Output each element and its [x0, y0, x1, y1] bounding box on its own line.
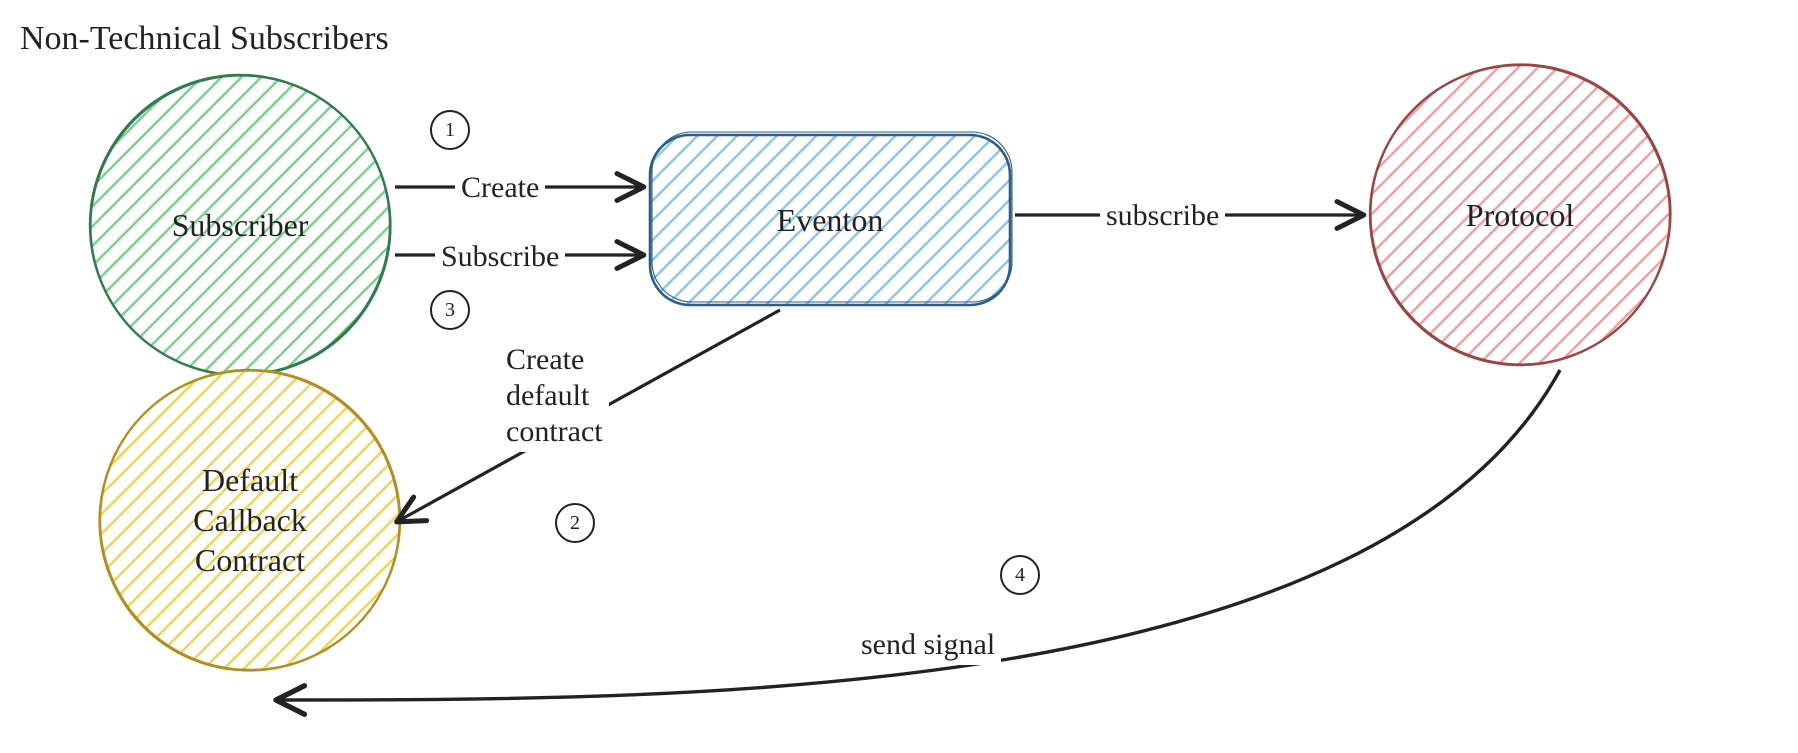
step-1-badge: 1 [430, 110, 470, 150]
step-2-badge: 2 [555, 503, 595, 543]
step-3-badge: 3 [430, 290, 470, 330]
callback-node [99, 370, 400, 671]
edge-create-label: Create [455, 168, 545, 208]
subscriber-node [90, 75, 391, 376]
edge-subscribe-inner-label: Subscribe [435, 237, 565, 277]
diagram-title: Non-Technical Subscribers [20, 20, 389, 58]
protocol-node [1370, 64, 1671, 365]
edge-create-default-label: Create default contract [500, 340, 609, 452]
step-4-badge: 4 [1000, 555, 1040, 595]
eventon-node [650, 132, 1012, 305]
edge-send-signal-label: send signal [855, 625, 1001, 665]
edge-subscribe-outer-label: subscribe [1100, 196, 1225, 236]
